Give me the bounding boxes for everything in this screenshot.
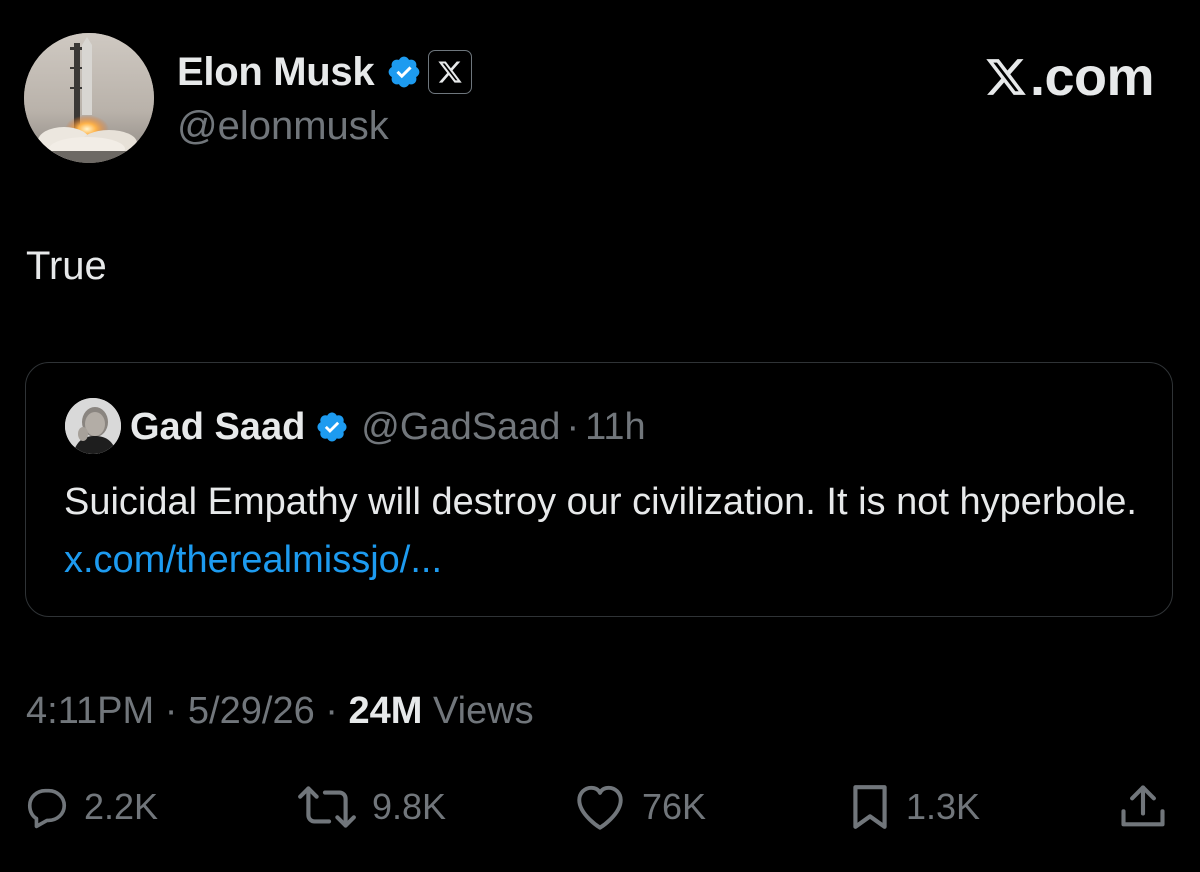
reply-button[interactable]: 2.2K [24, 775, 158, 839]
quoted-author-avatar[interactable] [65, 398, 121, 454]
bookmark-count: 1.3K [906, 786, 981, 827]
views-label: Views [432, 690, 534, 732]
brand-label: .com [1029, 47, 1155, 107]
separator-dot: · [566, 405, 580, 448]
like-count: 76K [642, 786, 707, 827]
quoted-tweet-time[interactable]: 11h [585, 406, 646, 449]
views-count[interactable]: 24M [349, 690, 423, 732]
separator-dot: · [164, 690, 178, 732]
tweet-time[interactable]: 4:11PM [26, 690, 154, 732]
rocket-launch-image [24, 33, 154, 163]
x-brand-icon [986, 59, 1026, 95]
repost-button[interactable]: 9.8K [296, 775, 446, 839]
verified-badge-icon [317, 412, 347, 442]
bookmark-icon [853, 785, 887, 829]
separator-dot: · [325, 690, 338, 732]
share-button[interactable] [1117, 775, 1169, 839]
tweet-date[interactable]: 5/29/26 [188, 690, 315, 732]
quoted-tweet-card[interactable]: Gad Saad @GadSaad · 11h Suicidal Empathy… [25, 362, 1173, 617]
quoted-tweet-header: Gad Saad @GadSaad · 11h [130, 403, 646, 451]
verified-badge-icon [388, 56, 420, 88]
heart-icon [577, 785, 623, 830]
quoted-author-name[interactable]: Gad Saad [130, 406, 305, 449]
repost-icon [298, 786, 356, 828]
reply-count: 2.2K [84, 786, 159, 827]
author-avatar[interactable] [24, 33, 154, 163]
repost-count: 9.8K [372, 786, 447, 827]
author-handle[interactable]: @elonmusk [177, 104, 389, 149]
brand-logo: .com [984, 46, 1155, 108]
x-logo-icon [438, 61, 463, 83]
like-button[interactable]: 76K [572, 775, 706, 839]
quoted-tweet-link[interactable]: x.com/therealmissjo/... [64, 539, 442, 581]
author-name-row: Elon Musk [177, 48, 473, 96]
reply-icon [27, 788, 67, 829]
bookmark-button[interactable]: 1.3K [848, 775, 980, 839]
quoted-tweet-text: Suicidal Empathy will destroy our civili… [64, 473, 1144, 589]
tweet-text: True [26, 244, 107, 288]
tweet-meta: 4:11PM · 5/29/26 · 24M Views [26, 690, 534, 733]
quoted-tweet-body: Suicidal Empathy will destroy our civili… [64, 481, 1137, 523]
action-bar: 2.2K 9.8K 76K 1.3K [0, 775, 1200, 839]
author-name[interactable]: Elon Musk [177, 50, 375, 95]
quoted-author-handle[interactable]: @GadSaad [361, 406, 560, 449]
quoted-author-photo [65, 398, 121, 454]
affiliation-badge[interactable] [428, 50, 473, 94]
share-icon [1121, 785, 1165, 827]
